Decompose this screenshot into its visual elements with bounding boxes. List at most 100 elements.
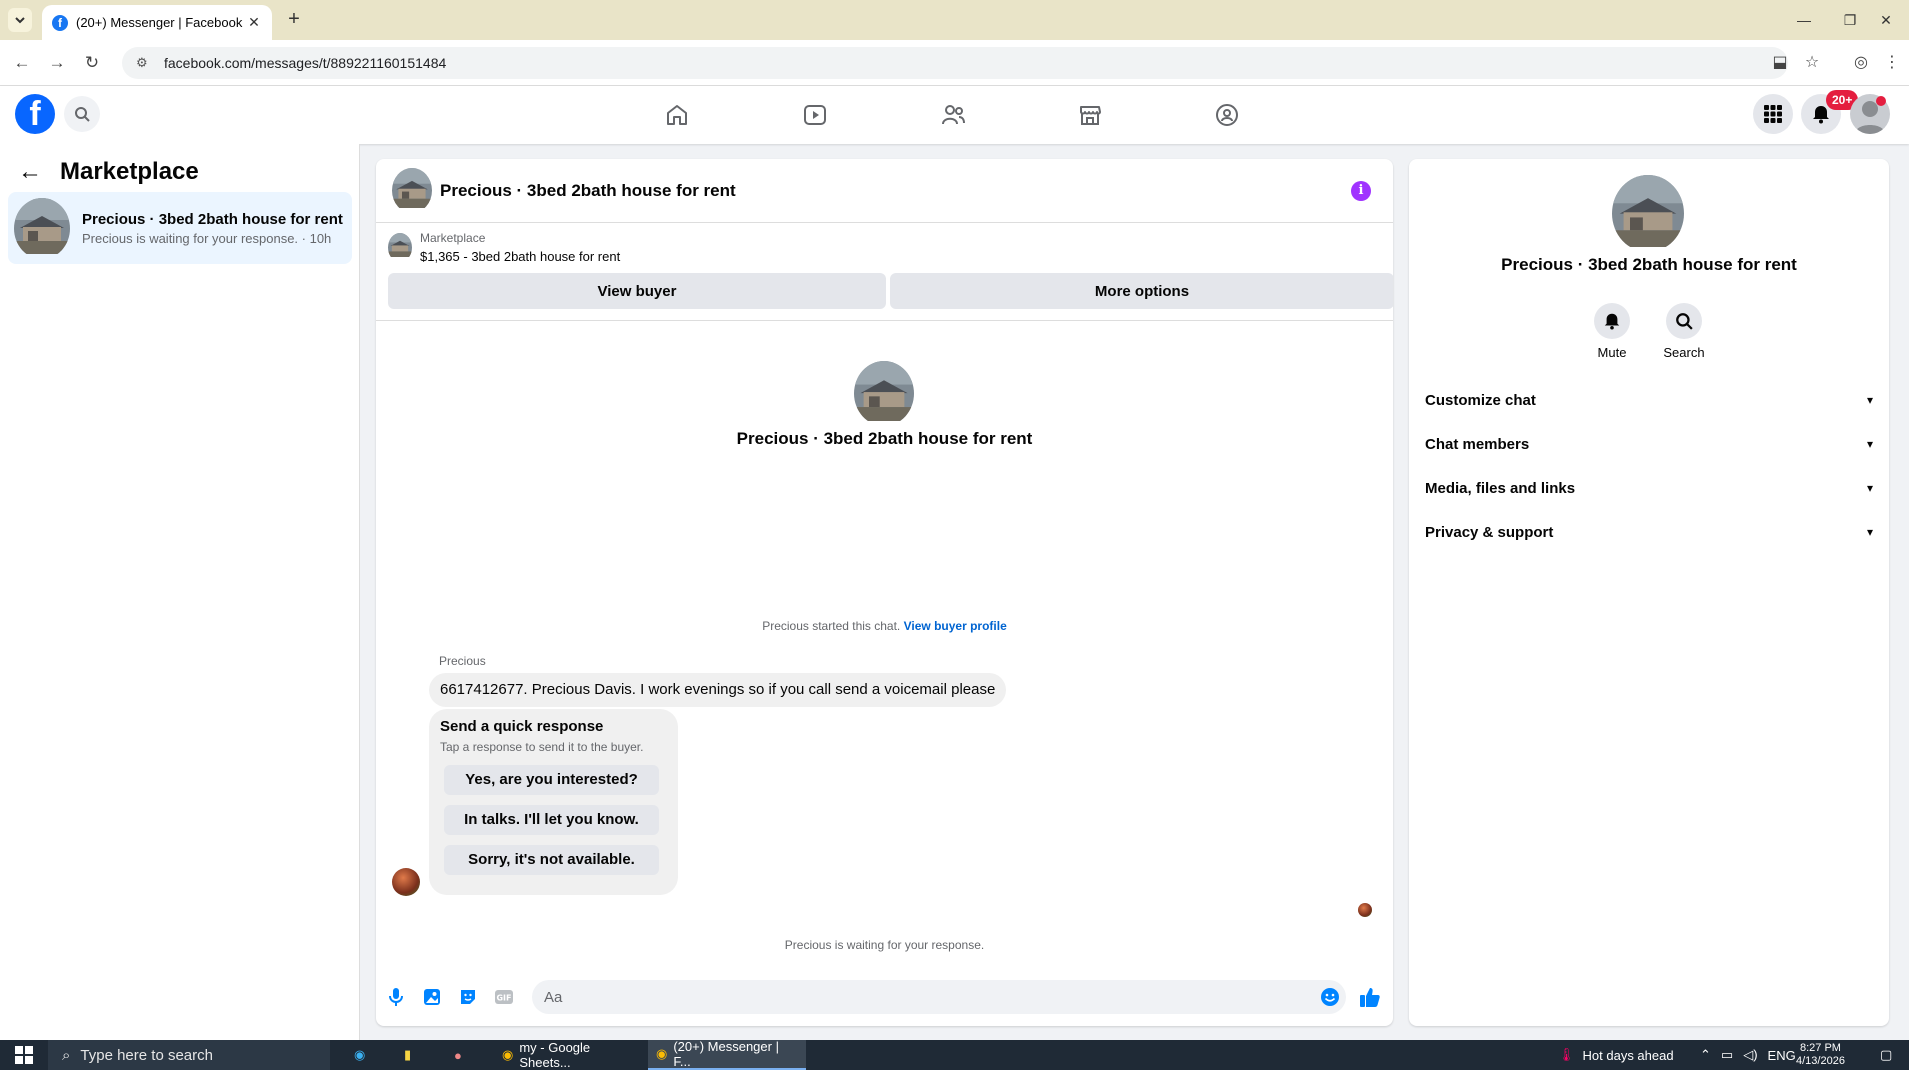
quick-response-in-talks-button[interactable]: In talks. I'll let you know. [444, 805, 659, 835]
account-alert-dot [1876, 96, 1886, 106]
tab-search-button[interactable] [8, 8, 32, 32]
back-arrow-icon[interactable]: ← [18, 158, 42, 186]
nav-home[interactable] [622, 94, 732, 136]
paint-icon: ● [454, 1047, 462, 1063]
sticker-icon [461, 990, 475, 1004]
notification-icon: ▢ [1880, 1047, 1893, 1062]
view-buyer-button[interactable]: View buyer [388, 273, 886, 309]
conversation-title: Precious · 3bed 2bath house for rent [736, 429, 1033, 448]
thermometer-icon: 🌡 [1558, 1047, 1575, 1062]
tab-close-icon[interactable]: ✕ [246, 14, 262, 31]
panel-header: ← Marketplace [18, 158, 199, 186]
nav-groups[interactable] [1172, 94, 1282, 136]
more-options-button[interactable]: More options [890, 273, 1393, 309]
chat-header-title[interactable]: Precious · 3bed 2bath house for rent [440, 181, 736, 201]
quick-response-card: Send a quick response Tap a response to … [429, 709, 678, 895]
taskbar-paint[interactable]: ● [446, 1040, 470, 1070]
clock[interactable]: 8:27 PM 4/13/2026 [1796, 1040, 1845, 1070]
listing-thumbnail[interactable] [388, 233, 412, 262]
facebook-logo[interactable]: f [15, 94, 55, 134]
url-bar[interactable]: ⚙ facebook.com/messages/t/88922116015148… [122, 47, 1788, 79]
mute-button[interactable] [1594, 303, 1630, 339]
quick-response-yes-button[interactable]: Yes, are you interested? [444, 765, 659, 795]
details-title: Precious · 3bed 2bath house for rent [1501, 255, 1797, 274]
svg-text:GIF: GIF [496, 994, 511, 1003]
weather-widget[interactable]: 🌡 Hot days ahead [1558, 1040, 1674, 1070]
taskbar-messenger[interactable]: ◉ (20+) Messenger | F... [648, 1039, 806, 1070]
chat-header-avatar[interactable] [392, 168, 432, 213]
info-icon[interactable]: i [1351, 181, 1371, 201]
clock-time: 8:27 PM [1799, 1042, 1841, 1054]
forward-button[interactable]: → [45, 51, 69, 75]
network-icon: ▭ [1720, 1047, 1734, 1062]
bell-icon [1604, 313, 1620, 330]
send-like-button[interactable] [1358, 985, 1382, 1009]
sender-avatar[interactable] [392, 868, 420, 896]
sticky-notes-icon: ▮ [404, 1047, 412, 1062]
taskbar-google-sheets[interactable]: ◉ my - Google Sheets... [494, 1040, 642, 1070]
browser-menu-icon[interactable]: ⋮ [1880, 51, 1904, 75]
emoji-button[interactable] [1318, 985, 1342, 1009]
conversation-avatar [854, 361, 914, 426]
system-tray[interactable]: ⌃ ▭ ◁) ENG [1700, 1040, 1796, 1070]
close-window-button[interactable]: ✕ [1863, 0, 1909, 40]
minimize-button[interactable]: — [1781, 0, 1827, 40]
home-icon [667, 105, 687, 125]
menu-grid-button[interactable] [1753, 94, 1793, 134]
taskbar-files[interactable]: ▮ [396, 1040, 419, 1070]
edge-icon: ◉ [354, 1047, 366, 1062]
voice-clip-button[interactable] [384, 985, 408, 1009]
nav-marketplace[interactable] [1035, 94, 1145, 136]
install-app-icon[interactable]: ⬓ [1768, 51, 1792, 75]
search-in-chat-button[interactable] [1666, 303, 1702, 339]
taskbar-edge[interactable]: ◉ [346, 1040, 373, 1070]
emoji-icon [1321, 988, 1339, 1006]
customize-chat-section[interactable]: Customize chat ▾ [1425, 382, 1873, 418]
reload-button[interactable]: ↻ [80, 51, 104, 75]
nav-video[interactable] [760, 94, 870, 136]
taskbar-app-label: (20+) Messenger | F... [673, 1039, 779, 1069]
new-tab-button[interactable]: + [282, 8, 306, 32]
chrome-icon: ◉ [502, 1047, 514, 1062]
message-bubble[interactable]: 6617412677. Precious Davis. I work eveni… [429, 673, 1007, 707]
chevron-down-icon: ▾ [1866, 437, 1873, 451]
listing-title[interactable]: $1,365 - 3bed 2bath house for rent [420, 249, 620, 264]
address-bar-row: ← → ↻ ⚙ facebook.com/messages/t/88922116… [0, 40, 1909, 86]
back-button[interactable]: ← [10, 51, 34, 75]
tab-title: (20+) Messenger | Facebook [76, 15, 243, 30]
chat-list-item[interactable]: Precious · 3bed 2bath house for rent Pre… [8, 192, 352, 264]
groups-icon [1216, 104, 1238, 126]
search-action[interactable]: Search [1654, 303, 1714, 360]
gif-button[interactable]: GIF [492, 985, 516, 1009]
search-icon [75, 107, 90, 122]
started-text: Precious started this chat. [762, 619, 901, 633]
chevron-down-icon: ▾ [1866, 393, 1873, 407]
chat-members-section[interactable]: Chat members ▾ [1425, 426, 1873, 462]
section-label: Customize chat [1425, 391, 1536, 409]
sticker-button[interactable] [456, 985, 480, 1009]
browser-tab-messenger[interactable]: f (20+) Messenger | Facebook ✕ [42, 5, 272, 40]
message-input[interactable] [532, 980, 1346, 1014]
nav-friends[interactable] [898, 94, 1008, 136]
details-avatar[interactable] [1612, 175, 1684, 252]
windows-taskbar: ⌕ Type here to search ◉ ▮ ● ◉ my - Googl… [0, 1039, 1909, 1070]
site-settings-icon[interactable]: ⚙ [136, 55, 152, 71]
mute-action[interactable]: Mute [1582, 303, 1642, 360]
search-icon: ⌕ [62, 1046, 71, 1064]
quick-response-not-available-button[interactable]: Sorry, it's not available. [444, 845, 659, 875]
start-button[interactable] [0, 1040, 48, 1070]
bookmark-star-icon[interactable]: ☆ [1800, 51, 1824, 75]
profile-icon[interactable]: ◎ [1849, 51, 1873, 75]
volume-icon: ◁) [1743, 1047, 1758, 1062]
facebook-search-button[interactable] [64, 96, 100, 132]
browser-tab-strip: f (20+) Messenger | Facebook ✕ + — ❐ ✕ [0, 0, 1909, 40]
privacy-support-section[interactable]: Privacy & support ▾ [1425, 514, 1873, 550]
notification-center-button[interactable]: ▢ [1880, 1040, 1892, 1070]
attach-photo-button[interactable] [420, 985, 444, 1009]
taskbar-search[interactable]: ⌕ Type here to search [48, 1040, 330, 1070]
quick-response-subtitle: Tap a response to send it to the buyer. [440, 740, 644, 754]
view-buyer-profile-link[interactable]: View buyer profile [904, 619, 1007, 633]
read-receipt-avatar [1358, 903, 1372, 917]
taskbar-app-label: my - Google Sheets... [519, 1040, 591, 1070]
media-files-links-section[interactable]: Media, files and links ▾ [1425, 470, 1873, 506]
